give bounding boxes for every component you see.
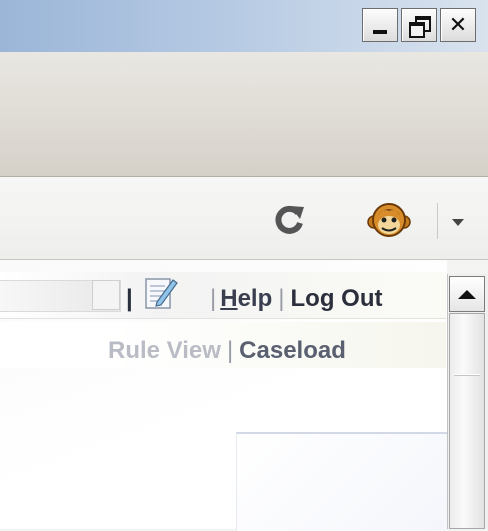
arrow-up-icon bbox=[458, 289, 476, 299]
link-separator: | bbox=[226, 337, 234, 364]
scroll-thumb[interactable] bbox=[449, 313, 485, 529]
restore-button[interactable] bbox=[401, 8, 437, 42]
dropdown-icon[interactable] bbox=[452, 219, 464, 226]
addon-monkey-icon[interactable] bbox=[367, 198, 411, 242]
help-link[interactable]: Help bbox=[220, 285, 272, 313]
notepad-edit-icon[interactable] bbox=[143, 275, 179, 311]
reload-icon[interactable] bbox=[272, 203, 306, 237]
close-button[interactable]: ✕ bbox=[440, 8, 476, 42]
caseload-link[interactable]: Caseload bbox=[239, 337, 346, 365]
minimize-button[interactable] bbox=[362, 8, 398, 42]
link-separator: | bbox=[210, 285, 217, 312]
rule-view-link[interactable]: Rule View bbox=[108, 337, 221, 365]
restore-icon bbox=[408, 15, 431, 38]
close-icon: ✕ bbox=[448, 12, 468, 38]
toolbar-separator bbox=[437, 203, 438, 239]
scroll-up-button[interactable] bbox=[449, 276, 485, 312]
search-field-button[interactable] bbox=[92, 280, 120, 310]
link-separator: | bbox=[278, 285, 285, 312]
menu-tab-area bbox=[0, 52, 488, 177]
navigation-toolbar bbox=[0, 177, 488, 260]
minimize-icon bbox=[373, 30, 387, 34]
link-separator: | bbox=[126, 285, 133, 312]
logout-link[interactable]: Log Out bbox=[291, 285, 383, 313]
content-panel bbox=[236, 432, 449, 531]
